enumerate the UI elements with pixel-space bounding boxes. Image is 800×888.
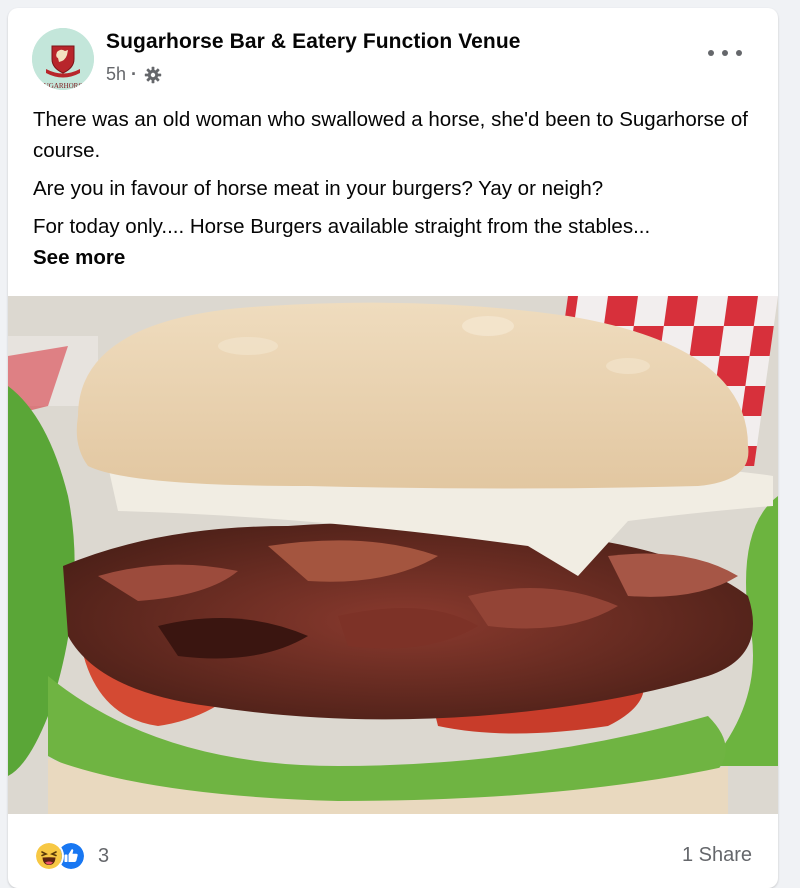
reaction-summary[interactable]: 3 <box>34 841 109 871</box>
post-meta: 5h · <box>106 64 162 85</box>
post-card: UGARHORS Sugarhorse Bar & Eatery Functio… <box>8 8 778 888</box>
post-paragraph-3: For today only.... Horse Burgers availab… <box>33 211 753 273</box>
see-more-link[interactable]: See more <box>33 242 125 273</box>
post-paragraph-2: Are you in favour of horse meat in your … <box>33 177 604 200</box>
page-avatar[interactable]: UGARHORS <box>32 28 94 90</box>
share-count[interactable]: 1 Share <box>682 844 752 867</box>
post-text: There was an old woman who swallowed a h… <box>33 104 753 273</box>
post-timestamp[interactable]: 5h <box>106 64 126 85</box>
avatar-text: UGARHORS <box>44 82 83 90</box>
page-name-link[interactable]: Sugarhorse Bar & Eatery Function Venue <box>106 30 521 54</box>
post-header: UGARHORS Sugarhorse Bar & Eatery Functio… <box>8 8 778 98</box>
burger-photo[interactable] <box>8 296 778 814</box>
post-paragraph-3-text: For today only.... Horse Burgers availab… <box>33 215 651 238</box>
more-dot <box>722 50 728 56</box>
post-paragraph-1: There was an old woman who swallowed a h… <box>33 108 748 162</box>
more-dot <box>708 50 714 56</box>
gear-icon[interactable] <box>144 66 162 84</box>
meta-separator: · <box>131 64 138 84</box>
more-dot <box>736 50 742 56</box>
more-options-icon[interactable] <box>708 42 742 64</box>
haha-reaction-icon <box>34 841 64 871</box>
post-footer: 3 1 Share <box>8 814 778 888</box>
reaction-count[interactable]: 3 <box>98 845 109 868</box>
